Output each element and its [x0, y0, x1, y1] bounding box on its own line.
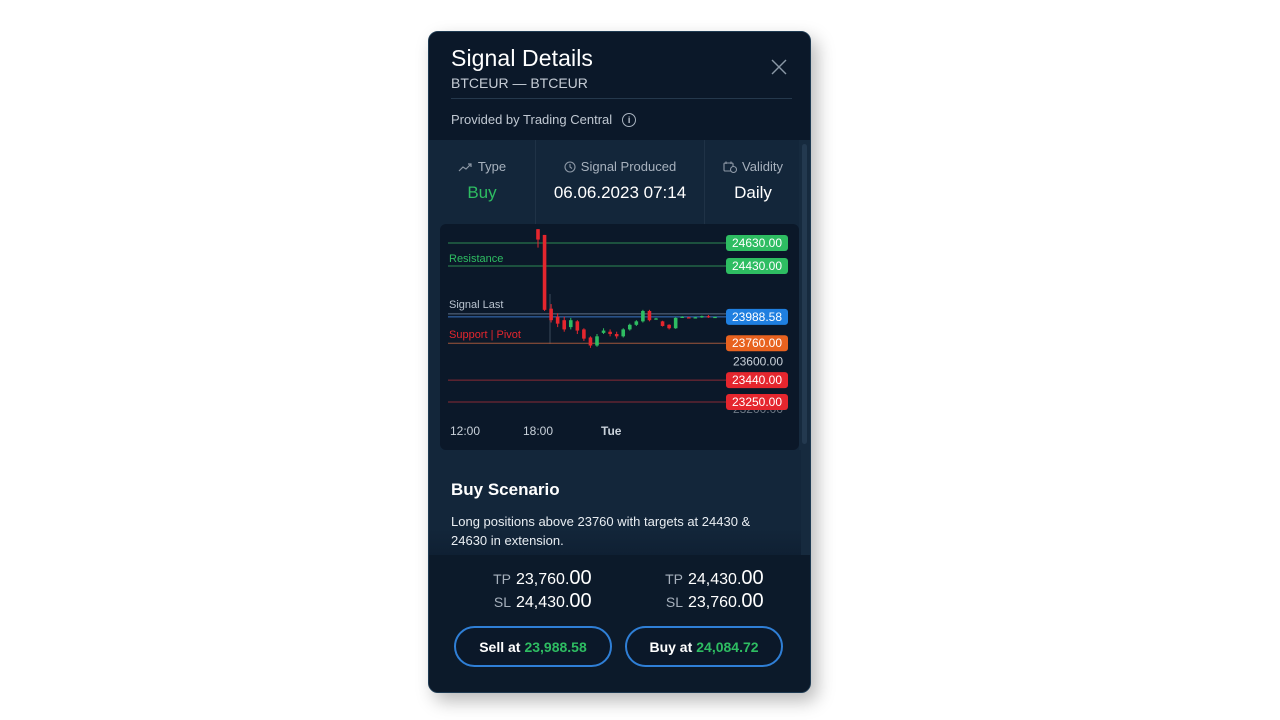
- x-tick-label: 12:00: [450, 424, 480, 438]
- price-badge-text-pivot: 23760.00: [732, 336, 782, 350]
- signal-last-label: Signal Last: [449, 299, 503, 311]
- sell-sl-dec: 00: [569, 590, 592, 612]
- sell-sl-label: SL: [493, 594, 511, 610]
- scenario-section: Buy Scenario Long positions above 23760 …: [429, 450, 801, 555]
- scenario-text: Long positions above 23760 with targets …: [451, 514, 751, 548]
- provider-text: Provided by Trading Central: [451, 112, 613, 127]
- candle-body: [614, 334, 619, 337]
- price-badge-text-support-1: 23440.00: [732, 373, 782, 387]
- buy-sl-label: SL: [665, 594, 683, 610]
- candle-body: [575, 321, 580, 331]
- stat-type-label: Type: [477, 159, 507, 174]
- candle-body: [680, 316, 685, 318]
- buy-button[interactable]: Buy at 24,084.72: [625, 626, 783, 667]
- calendar-clock-icon: [723, 161, 738, 173]
- provider-row: Provided by Trading Central i: [451, 112, 637, 127]
- x-tick-label: Tue: [601, 424, 622, 438]
- close-button[interactable]: [770, 58, 788, 76]
- sell-button[interactable]: Sell at 23,988.58: [454, 626, 612, 667]
- candle-body: [673, 317, 678, 329]
- x-tick-label: 18:00: [523, 424, 553, 438]
- candle-body: [555, 316, 560, 324]
- stat-validity-label: Validity: [742, 159, 783, 174]
- buy-button-price: 24,084.72: [696, 638, 759, 655]
- candle-body: [627, 324, 632, 330]
- candle-body: [601, 330, 606, 333]
- price-badge-text-resistance-2: 24630.00: [732, 236, 782, 250]
- sell-tp-label: TP: [493, 571, 511, 587]
- candle-body: [647, 310, 652, 321]
- modal-title: Signal Details: [451, 45, 594, 71]
- trade-footer: TP 23,760. 00 SL 24,430. 00 TP 24,430. 0…: [429, 555, 810, 692]
- stat-signal-produced: Signal Produced 06.06.2023 07:14: [535, 140, 705, 226]
- header-divider: [451, 98, 792, 99]
- price-axis-label: 23600.00: [733, 355, 783, 369]
- support-pivot-label: Support | Pivot: [449, 329, 521, 341]
- buy-sl-int: 23,760.: [688, 594, 742, 611]
- candle-body: [582, 329, 586, 339]
- close-icon: [771, 59, 787, 75]
- candle-body: [549, 308, 553, 321]
- scrollbar-thumb[interactable]: [802, 144, 807, 444]
- candle-body: [542, 234, 547, 310]
- info-icon[interactable]: i: [622, 112, 637, 127]
- instrument-subtitle: BTCEUR — BTCEUR: [451, 75, 588, 91]
- candle-body: [568, 320, 573, 328]
- candle-body: [562, 320, 567, 330]
- candle-body: [621, 329, 626, 337]
- buy-levels: TP 24,430. 00 SL 23,760. 00: [661, 567, 764, 613]
- stat-produced-value: 06.06.2023 07:14: [553, 183, 687, 202]
- buy-button-label: Buy at: [649, 638, 693, 655]
- buy-sl-row: SL 23,760. 00: [661, 590, 764, 613]
- price-badge-text-resistance-1: 24430.00: [732, 259, 782, 273]
- candle-body: [686, 317, 691, 319]
- candle-body: [641, 310, 645, 322]
- sell-tp-int: 23,760.: [516, 571, 570, 588]
- buy-tp-int: 24,430.: [688, 571, 742, 588]
- price-badge-text-signal-last: 23988.58: [732, 310, 782, 324]
- sell-button-price: 23,988.58: [524, 638, 587, 655]
- sell-sl-row: SL 24,430. 00: [489, 590, 592, 613]
- clock-icon: [564, 160, 576, 173]
- candle-body: [536, 229, 540, 240]
- signal-chart: Resistance Signal Last Support | Pivot 2360…: [440, 224, 799, 450]
- stat-produced-label: Signal Produced: [580, 159, 677, 174]
- candle-body: [660, 321, 665, 326]
- candle-body: [608, 331, 612, 335]
- candle-body: [588, 337, 593, 346]
- scenario-title: Buy Scenario: [451, 480, 560, 499]
- signal-details-modal: Signal Details BTCEUR — BTCEUR Provided …: [428, 31, 811, 693]
- sell-tp-row: TP 23,760. 00: [489, 567, 592, 590]
- stat-validity: Validity Daily: [705, 140, 801, 226]
- stat-validity-value: Daily: [734, 183, 772, 202]
- sell-tp-dec: 00: [569, 567, 592, 589]
- sell-button-label: Sell at: [479, 638, 521, 655]
- sell-sl-int: 24,430.: [516, 594, 570, 611]
- buy-tp-dec: 00: [741, 567, 764, 589]
- stat-type: Type Buy: [429, 140, 535, 226]
- buy-tp-label: TP: [665, 571, 683, 587]
- trend-up-icon: [458, 162, 472, 171]
- candle-body: [693, 317, 698, 319]
- buy-tp-row: TP 24,430. 00: [661, 567, 764, 590]
- modal-header: Signal Details BTCEUR — BTCEUR Provided …: [429, 32, 810, 140]
- candle-body: [654, 318, 658, 320]
- signal-stats: Type Buy Signal Produced 06.06.2023 07:1…: [429, 140, 801, 226]
- sell-levels: TP 23,760. 00 SL 24,430. 00: [489, 567, 592, 613]
- chart-svg: Resistance Signal Last Support | Pivot 2360…: [448, 229, 788, 438]
- resistance-label: Resistance: [449, 253, 503, 265]
- candle-body: [667, 324, 671, 329]
- candle-body: [700, 316, 704, 318]
- stat-type-value: Buy: [467, 183, 497, 202]
- candle-body: [595, 336, 599, 346]
- candle-body: [713, 316, 717, 319]
- candle-body: [706, 316, 711, 318]
- buy-sl-dec: 00: [741, 590, 764, 612]
- price-badge-text-support-2: 23250.00: [732, 395, 782, 409]
- candle-body: [634, 321, 639, 325]
